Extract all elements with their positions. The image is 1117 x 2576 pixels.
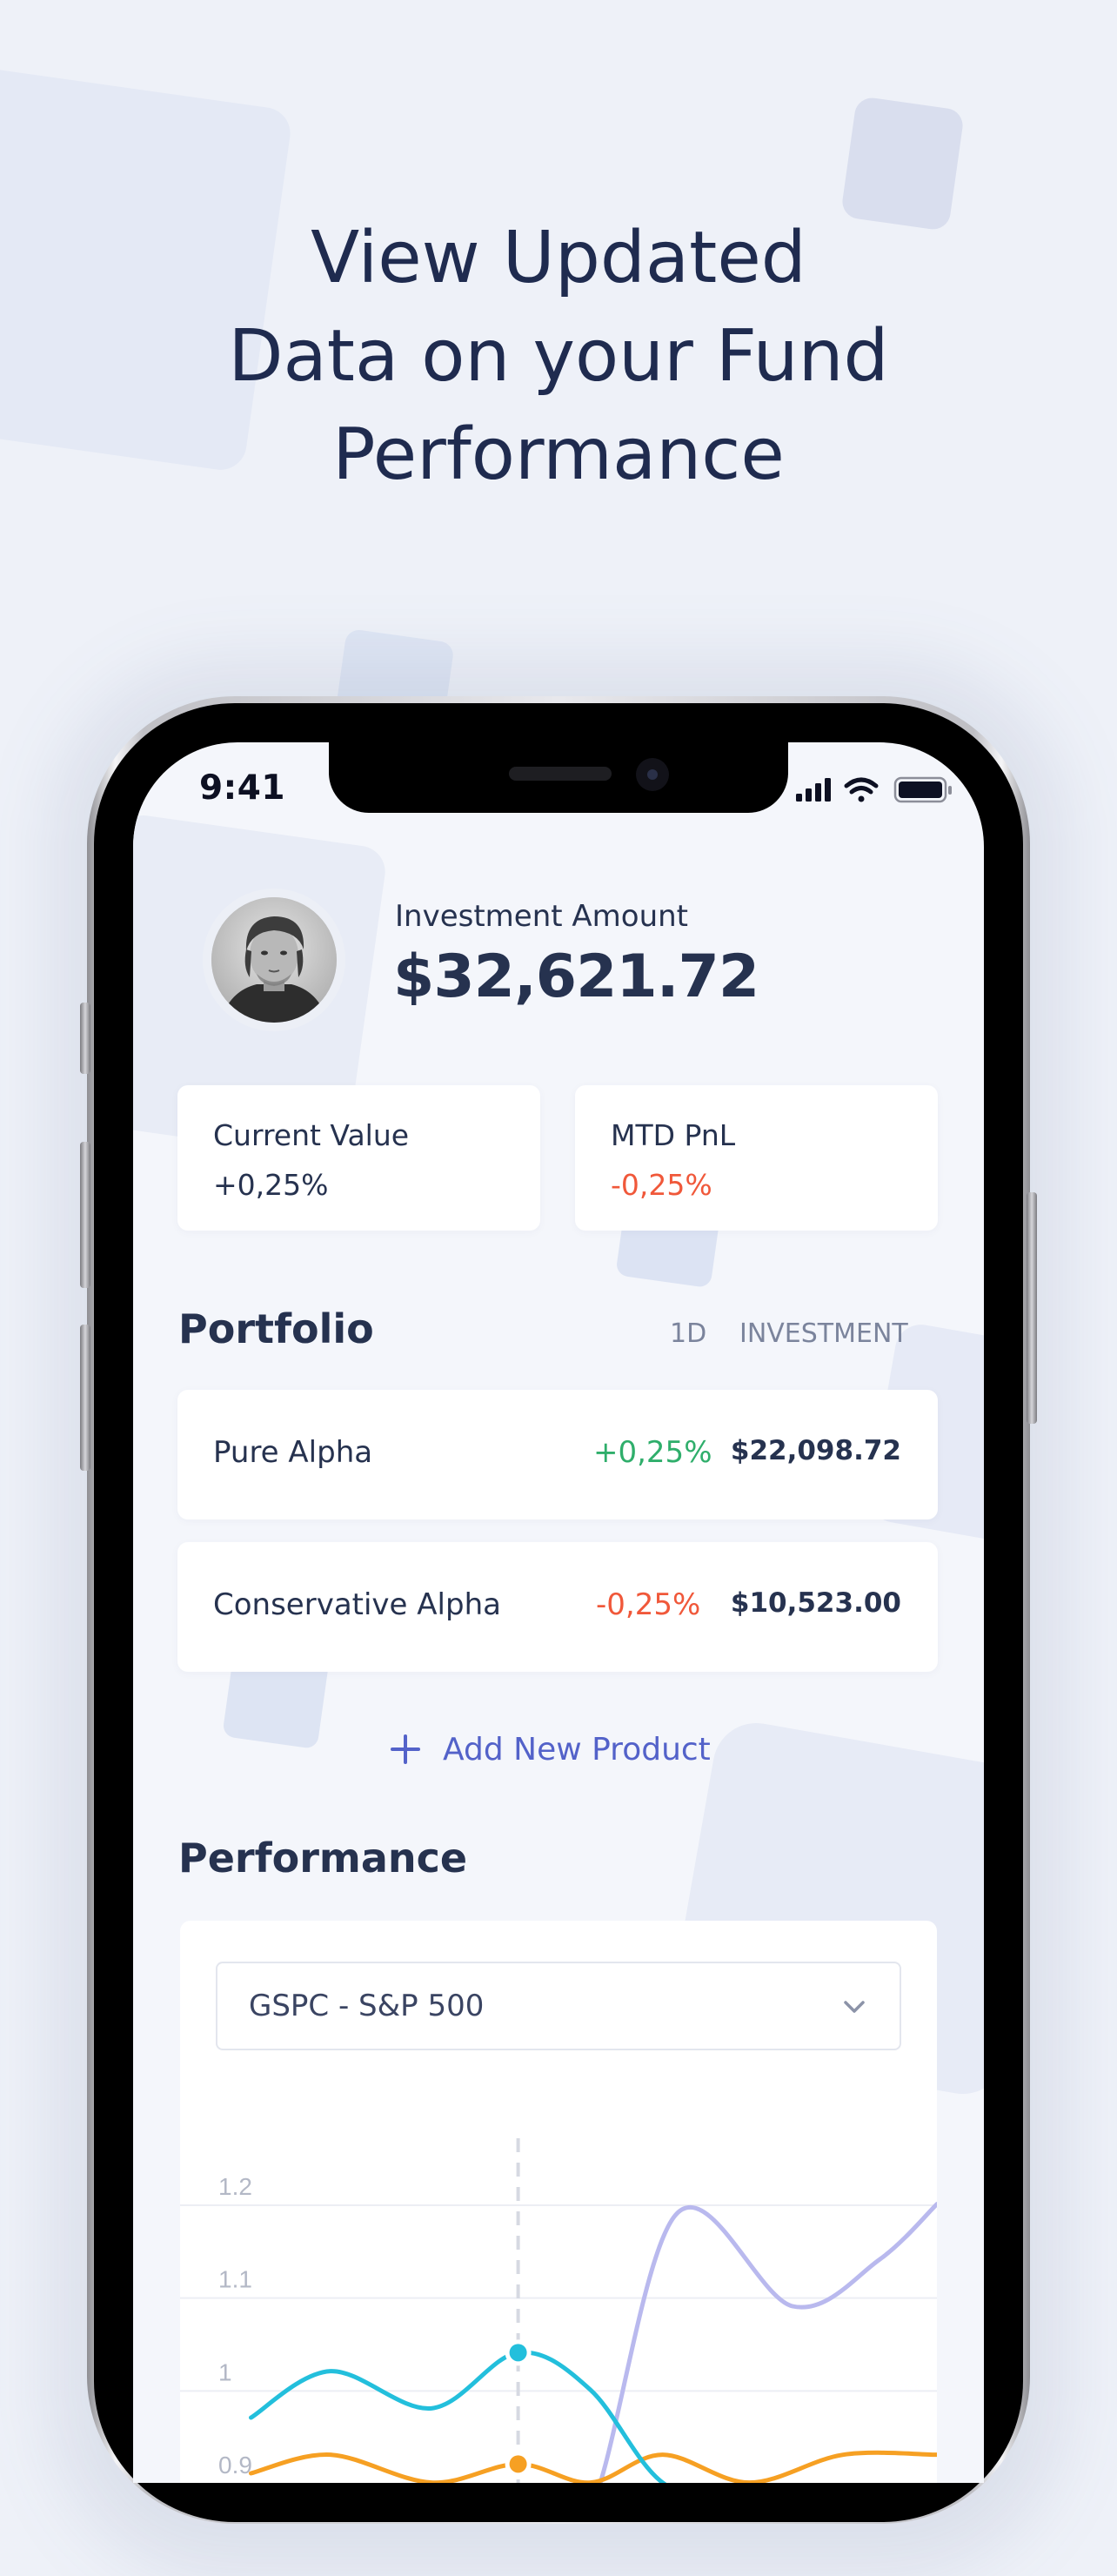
product-change: -0,25% — [596, 1587, 701, 1622]
portfolio-title: Portfolio — [178, 1305, 374, 1352]
avatar-ring[interactable] — [203, 889, 345, 1031]
investment-amount-label: Investment Amount — [395, 899, 688, 934]
phone-screen: 9:41 Investment Amount $32,621.72 Curren… — [133, 742, 984, 2483]
product-investment: $10,523.00 — [730, 1587, 901, 1619]
mtd-pnl-card[interactable]: MTD PnL -0,25% — [575, 1085, 938, 1231]
column-header-1d: 1D — [670, 1318, 707, 1349]
headline: View Updated Data on your Fund Performan… — [0, 209, 1117, 504]
volume-up-button — [80, 1142, 90, 1288]
y-tick-label: 1.1 — [218, 2266, 252, 2293]
speaker-grille — [509, 767, 612, 781]
mtd-pnl-value: -0,25% — [611, 1168, 712, 1202]
notch — [329, 742, 788, 813]
performance-chart: 1.2 1.1 1 0.9 — [180, 2138, 937, 2483]
mtd-pnl-label: MTD PnL — [611, 1118, 736, 1152]
current-value-label: Current Value — [213, 1118, 410, 1152]
performance-card: GSPC - S&P 500 1.2 1.1 1 0.9 — [180, 1921, 937, 2483]
front-camera — [636, 758, 669, 791]
power-button — [1027, 1192, 1037, 1424]
user-portrait-icon — [211, 897, 337, 1023]
add-new-product-button[interactable]: Add New Product — [391, 1727, 711, 1771]
y-tick-label: 1.2 — [218, 2173, 252, 2200]
chart-point — [509, 2344, 527, 2362]
product-name: Conservative Alpha — [213, 1587, 501, 1622]
status-time: 9:41 — [199, 768, 286, 808]
wifi-icon — [844, 777, 879, 802]
chart-point — [509, 2455, 527, 2473]
product-change: +0,25% — [593, 1435, 712, 1470]
plus-icon — [391, 1734, 420, 1764]
y-tick-label: 0.9 — [218, 2452, 252, 2479]
chart-series-line — [598, 2202, 937, 2483]
portfolio-row[interactable]: Conservative Alpha -0,25% $10,523.00 — [177, 1542, 938, 1672]
product-investment: $22,098.72 — [730, 1435, 901, 1466]
status-icons — [796, 776, 952, 803]
portfolio-row[interactable]: Pure Alpha +0,25% $22,098.72 — [177, 1390, 938, 1519]
headline-line: Performance — [332, 413, 785, 496]
column-header-investment: INVESTMENT — [739, 1318, 908, 1349]
add-new-product-label: Add New Product — [443, 1731, 711, 1768]
current-value-amount: +0,25% — [213, 1168, 329, 1202]
y-tick-label: 1 — [218, 2358, 232, 2385]
performance-title: Performance — [178, 1835, 468, 1882]
headline-line: Data on your Fund — [228, 315, 889, 398]
headline-line: View Updated — [311, 217, 806, 299]
cellular-signal-icon — [796, 778, 831, 802]
avatar — [211, 897, 337, 1023]
battery-icon — [893, 776, 952, 803]
mute-switch — [80, 1003, 90, 1074]
volume-down-button — [80, 1325, 90, 1471]
investment-amount-value: $32,621.72 — [393, 943, 759, 1011]
chart-series-line — [249, 2450, 937, 2483]
product-name: Pure Alpha — [213, 1435, 373, 1470]
current-value-card[interactable]: Current Value +0,25% — [177, 1085, 540, 1231]
